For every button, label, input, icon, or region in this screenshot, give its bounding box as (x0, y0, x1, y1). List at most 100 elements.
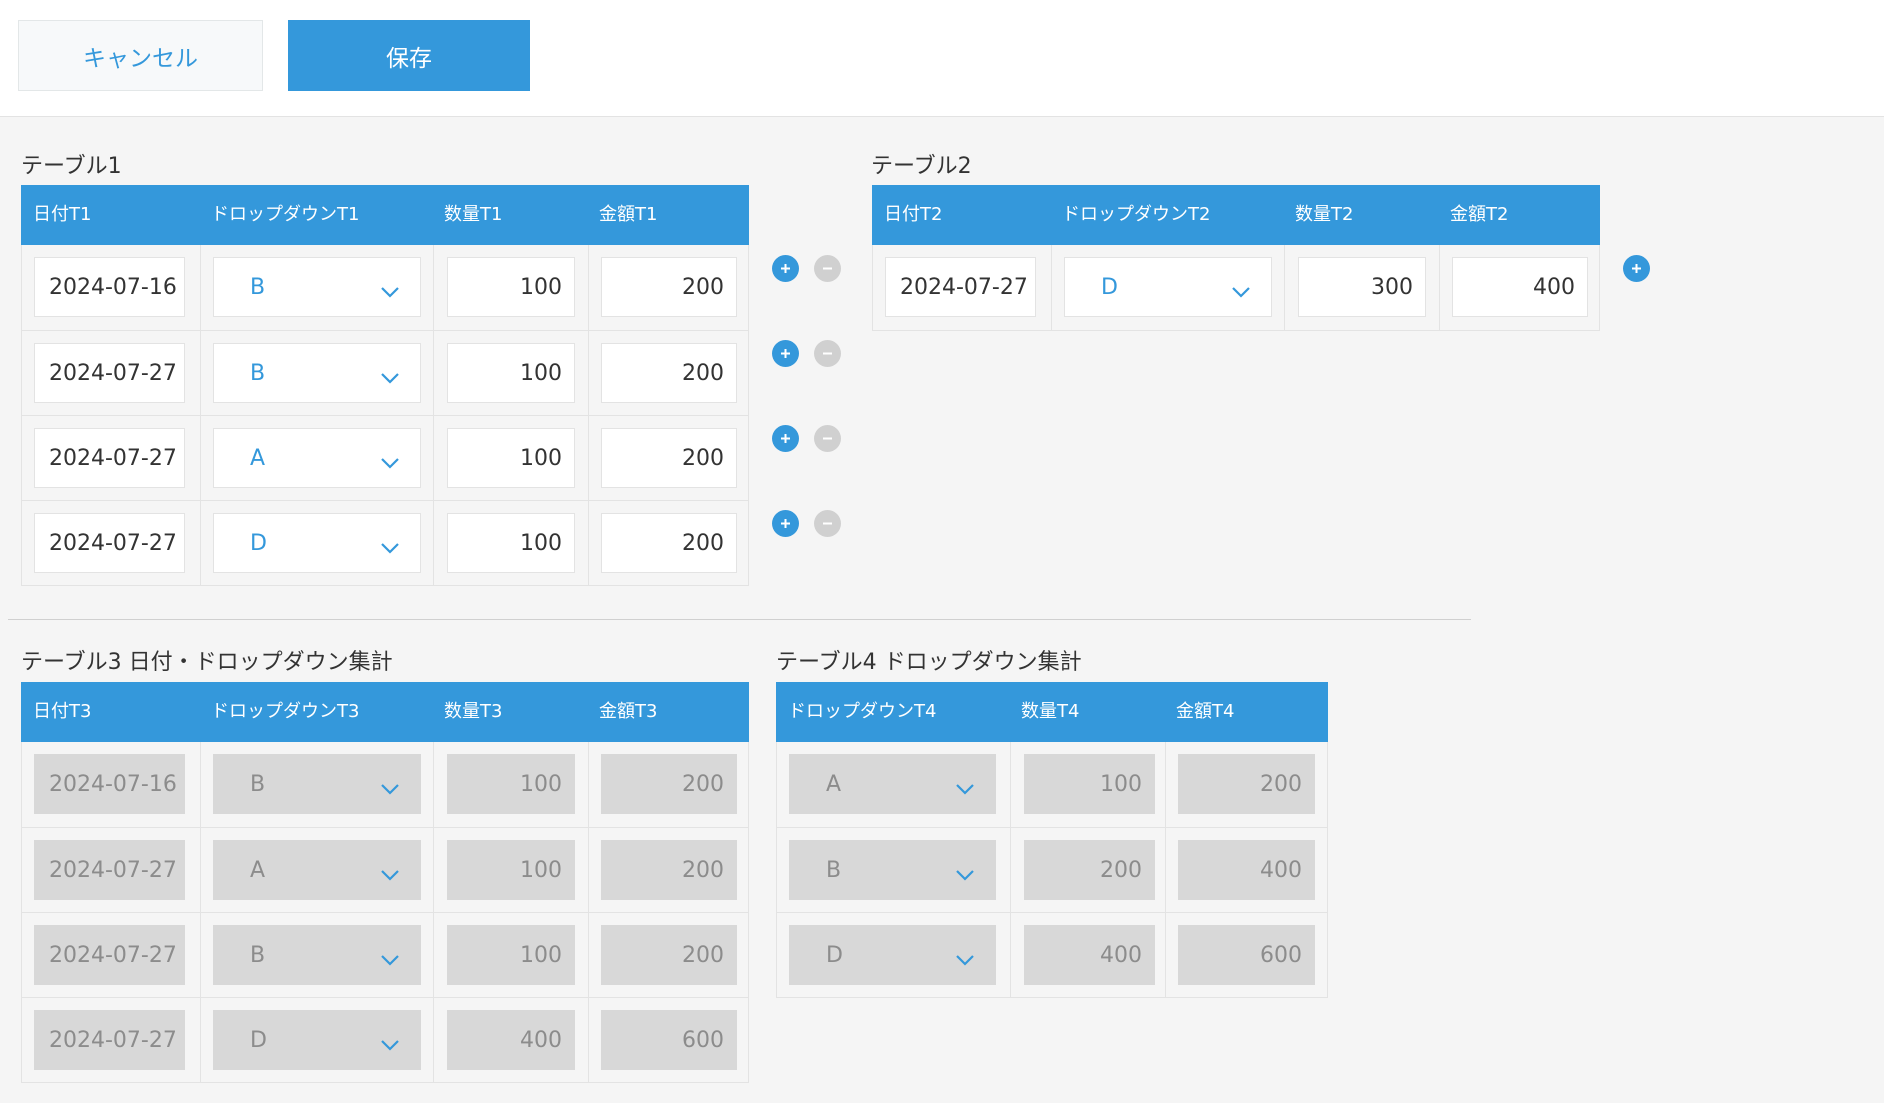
table-cell: 2024-07-16 (22, 245, 200, 330)
dropdown-value: D (250, 530, 267, 556)
remove-row-button[interactable] (814, 340, 841, 367)
chevron-down-icon (955, 863, 975, 881)
dropdown-select[interactable]: D (1064, 257, 1272, 317)
column-header: ドロップダウンT4 (788, 701, 937, 722)
quantity-field: 400 (447, 1010, 575, 1070)
remove-row-button[interactable] (814, 425, 841, 452)
table-cell: 100 (433, 742, 588, 827)
amount-field[interactable]: 200 (601, 343, 737, 403)
dropdown-value: D (826, 942, 843, 968)
column-header: 数量T2 (1295, 204, 1354, 225)
column-header: 日付T2 (884, 204, 943, 225)
table-row: 2024-07-27 D 300 400 (873, 245, 1599, 330)
table-cell: 200 (588, 245, 750, 330)
add-row-button[interactable] (1623, 255, 1650, 282)
dropdown-value: A (826, 771, 842, 797)
date-field[interactable]: 2024-07-27 (34, 428, 185, 488)
dropdown-select[interactable]: B (213, 343, 421, 403)
minus-icon (821, 517, 834, 530)
add-row-button[interactable] (772, 510, 799, 537)
table-cell: 200 (588, 331, 750, 416)
dropdown-select: B (789, 840, 996, 900)
table-cell: A (200, 828, 433, 913)
amount-field[interactable]: 200 (601, 513, 737, 573)
add-row-button[interactable] (772, 425, 799, 452)
amount-field: 400 (1178, 840, 1315, 900)
column-header: ドロップダウンT1 (211, 204, 360, 225)
plus-icon (779, 262, 792, 275)
amount-field[interactable]: 400 (1452, 257, 1588, 317)
minus-icon (821, 432, 834, 445)
quantity-field[interactable]: 300 (1298, 257, 1426, 317)
date-field[interactable]: 2024-07-27 (885, 257, 1036, 317)
table-cell: D (1051, 245, 1284, 330)
quantity-field: 100 (1024, 754, 1155, 814)
table-row: 2024-07-27 B 100 200 (22, 912, 748, 998)
quantity-field: 400 (1024, 925, 1155, 985)
dropdown-select: D (213, 1010, 421, 1070)
quantity-field: 100 (447, 754, 575, 814)
save-button[interactable]: 保存 (288, 20, 530, 91)
remove-row-button[interactable] (814, 510, 841, 537)
table-row: D 400 600 (777, 912, 1327, 998)
table-cell: 200 (588, 742, 750, 827)
table-cell: 400 (433, 998, 588, 1083)
table-cell: B (200, 245, 433, 330)
add-row-button[interactable] (772, 340, 799, 367)
amount-field: 200 (601, 754, 737, 814)
dropdown-select: A (213, 840, 421, 900)
add-row-button[interactable] (772, 255, 799, 282)
table-cell: 200 (1010, 828, 1165, 913)
column-header: 金額T2 (1450, 204, 1509, 225)
date-field[interactable]: 2024-07-27 (34, 513, 185, 573)
table-row: 2024-07-27 A 100 200 (22, 415, 748, 501)
table-row: 2024-07-27 A 100 200 (22, 827, 748, 913)
quantity-field[interactable]: 100 (447, 257, 575, 317)
chevron-down-icon (955, 777, 975, 795)
date-field[interactable]: 2024-07-16 (34, 257, 185, 317)
table-cell: 400 (1010, 913, 1165, 998)
dropdown-select[interactable]: A (213, 428, 421, 488)
dropdown-select: A (789, 754, 996, 814)
date-field[interactable]: 2024-07-27 (34, 343, 185, 403)
table-cell: 100 (1010, 742, 1165, 827)
chevron-down-icon (380, 280, 400, 298)
table1-title: テーブル1 (21, 154, 122, 179)
table-cell: B (200, 742, 433, 827)
quantity-field[interactable]: 100 (447, 428, 575, 488)
table-cell: B (200, 331, 433, 416)
table-cell: D (200, 501, 433, 586)
quantity-field[interactable]: 100 (447, 513, 575, 573)
chevron-down-icon (380, 863, 400, 881)
cancel-button[interactable]: キャンセル (18, 20, 263, 91)
chevron-down-icon (380, 948, 400, 966)
quantity-field[interactable]: 100 (447, 343, 575, 403)
date-field: 2024-07-27 (34, 840, 185, 900)
table-cell: 400 (1439, 245, 1601, 330)
table-cell: 2024-07-16 (22, 742, 200, 827)
chevron-down-icon (380, 777, 400, 795)
dropdown-select: B (213, 925, 421, 985)
remove-row-button[interactable] (814, 255, 841, 282)
table2-title: テーブル2 (871, 154, 972, 179)
table3-body: 2024-07-16 B 100 200 2024-07-27 A 100 200 2024-0… (21, 742, 749, 1083)
amount-field[interactable]: 200 (601, 428, 737, 488)
table-cell: 2024-07-27 (22, 501, 200, 586)
dropdown-select: B (213, 754, 421, 814)
table1: 日付T1 ドロップダウンT1 数量T1 金額T1 2024-07-16 B 100 200 20… (21, 185, 749, 586)
table-cell: 600 (588, 998, 750, 1083)
table-row: 2024-07-16 B 100 200 (22, 245, 748, 330)
table-cell: 100 (433, 913, 588, 998)
dropdown-select[interactable]: B (213, 257, 421, 317)
plus-icon (779, 432, 792, 445)
dropdown-select[interactable]: D (213, 513, 421, 573)
dropdown-value: B (250, 771, 266, 797)
table-row: B 200 400 (777, 827, 1327, 913)
amount-field[interactable]: 200 (601, 257, 737, 317)
chevron-down-icon (380, 451, 400, 469)
table-cell: B (777, 828, 1010, 913)
amount-field: 200 (1178, 754, 1315, 814)
column-header: ドロップダウンT3 (211, 701, 360, 722)
minus-icon (821, 347, 834, 360)
dropdown-value: B (826, 857, 842, 883)
